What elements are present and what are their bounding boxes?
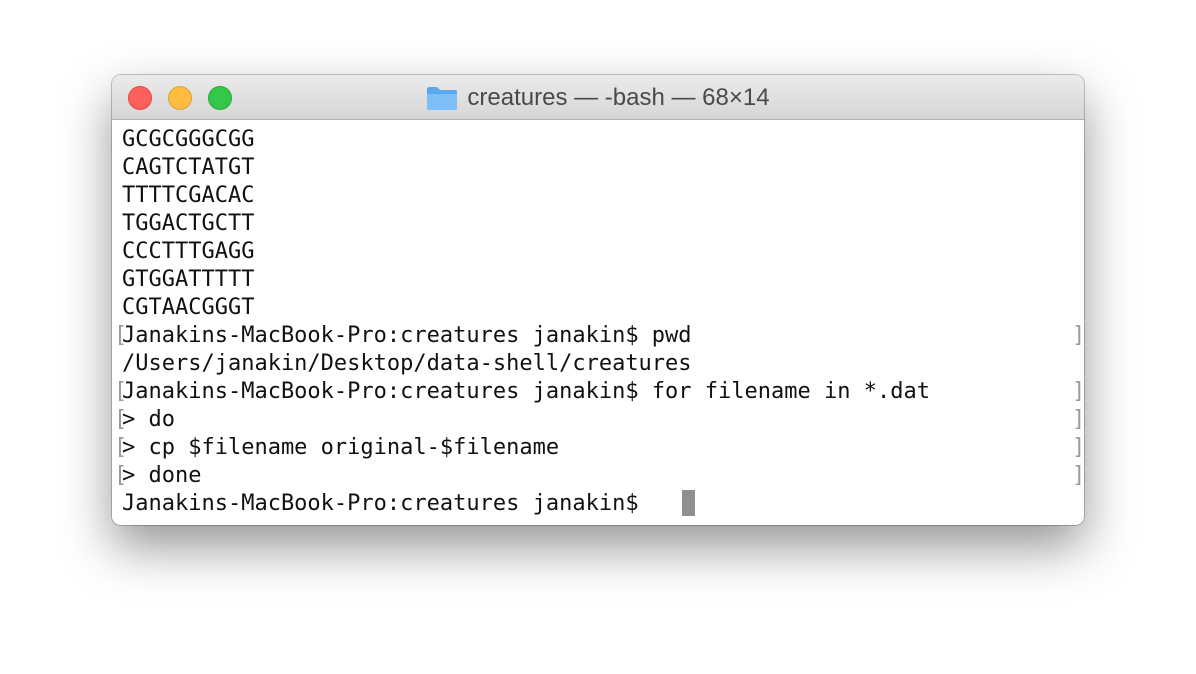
- terminal-window: creatures — -bash — 68×14 GCGCGGGCGG CAG…: [112, 75, 1084, 525]
- terminal-line: Janakins-MacBook-Pro:creatures janakin$ …: [122, 379, 930, 404]
- terminal-line: GCGCGGGCGG: [122, 127, 255, 152]
- terminal-line: > do: [122, 407, 175, 432]
- terminal-line: GTGGATTTTT: [122, 267, 255, 292]
- terminal-prompt-line: Janakins-MacBook-Pro:creatures janakin$: [122, 491, 652, 516]
- window-title-group: creatures — -bash — 68×14: [112, 83, 1084, 113]
- terminal-line: /Users/janakin/Desktop/data-shell/creatu…: [122, 351, 692, 376]
- text-cursor: [682, 490, 695, 516]
- mark-close: ]: [1072, 435, 1084, 460]
- window-title: creatures — -bash — 68×14: [467, 84, 770, 111]
- terminal-line: CGTAACGGGT: [122, 295, 255, 320]
- mark-close: ]: [1072, 323, 1084, 348]
- terminal-line: CCCTTTGAGG: [122, 239, 255, 264]
- terminal-line: TTTTCGACAC: [122, 183, 255, 208]
- mark-close: ]: [1072, 407, 1084, 432]
- mark-close: ]: [1072, 379, 1084, 404]
- folder-icon: [426, 85, 458, 111]
- terminal-output[interactable]: GCGCGGGCGG CAGTCTATGT TTTTCGACAC TGGACTG…: [112, 120, 1084, 525]
- terminal-line: Janakins-MacBook-Pro:creatures janakin$ …: [122, 323, 692, 348]
- terminal-line: CAGTCTATGT: [122, 155, 255, 180]
- mark-close: ]: [1072, 463, 1084, 488]
- title-bar[interactable]: creatures — -bash — 68×14: [112, 75, 1084, 120]
- terminal-line: TGGACTGCTT: [122, 211, 255, 236]
- terminal-line: > done: [122, 463, 202, 488]
- terminal-line: > cp $filename original-$filename: [122, 435, 560, 460]
